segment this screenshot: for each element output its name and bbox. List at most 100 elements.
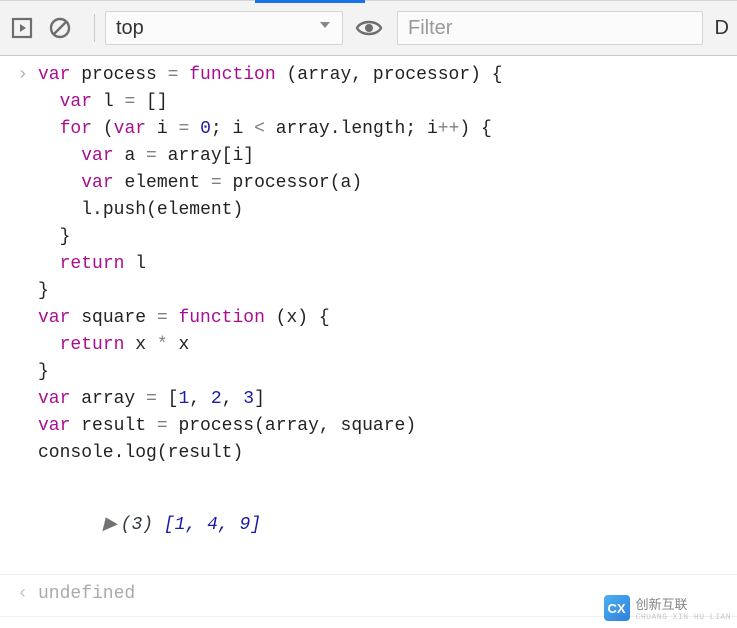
code-token: l: [103, 92, 125, 112]
code-token: array: [276, 119, 330, 139]
code-token: i: [232, 146, 243, 166]
code-token: ++: [438, 119, 460, 139]
expand-triangle-icon[interactable]: ▶: [103, 515, 117, 535]
code-token: }: [38, 362, 49, 382]
code-token: return: [60, 335, 136, 355]
array-values: [1, 4, 9]: [164, 515, 261, 535]
code-token: x: [286, 308, 297, 328]
code-token: [38, 119, 60, 139]
code-token: result: [81, 416, 157, 436]
code-token: processor: [373, 65, 470, 85]
code-token: 1: [178, 389, 189, 409]
code-token: (: [254, 416, 265, 436]
watermark-subtext: CHUANG XIN HU LIAN: [636, 613, 731, 622]
filter-input[interactable]: [397, 11, 703, 45]
context-selector[interactable]: top: [105, 11, 343, 45]
chevron-down-icon: [318, 18, 332, 38]
code-token: (: [330, 173, 341, 193]
code-token: 0: [200, 119, 211, 139]
code-token: .: [92, 200, 103, 220]
code-token: x: [135, 335, 157, 355]
code-token: =: [168, 65, 190, 85]
code-token: ): [232, 443, 243, 463]
code-token: [38, 227, 60, 247]
watermark-logo: CX: [604, 595, 630, 621]
code-token: ) {: [459, 119, 491, 139]
code-token: var: [81, 173, 124, 193]
code-token: element: [157, 200, 233, 220]
code-token: [38, 254, 60, 274]
code-token: [38, 335, 60, 355]
code-token: (: [276, 308, 287, 328]
code-token: =: [124, 92, 146, 112]
code-token: [: [222, 146, 233, 166]
code-token: push: [103, 200, 146, 220]
code-token: function: [189, 65, 286, 85]
log-output: ▶(3) [1, 4, 9]: [38, 485, 737, 566]
truncated-label: D: [715, 17, 729, 40]
code-token: =: [146, 146, 168, 166]
prompt-input[interactable]: [38, 623, 737, 628]
code-token: x: [178, 335, 189, 355]
code-token: ) {: [297, 308, 329, 328]
input-prompt-icon: ›: [0, 62, 38, 467]
code-token: }: [38, 281, 49, 301]
code-token: [38, 173, 81, 193]
code-token: var: [38, 389, 81, 409]
code-token: [: [168, 389, 179, 409]
code-token: (: [103, 119, 114, 139]
console-toolbar: top D: [0, 0, 737, 56]
code-token: ): [405, 416, 416, 436]
code-token: =: [157, 416, 179, 436]
code-token: ,: [319, 416, 341, 436]
log-output-row[interactable]: ▶(3) [1, 4, 9]: [0, 475, 737, 575]
code-token: processor: [232, 173, 329, 193]
code-token: for: [60, 119, 103, 139]
code-token: array: [297, 65, 351, 85]
code-token: ]: [254, 389, 265, 409]
code-token: ): [351, 173, 362, 193]
code-block[interactable]: var process = function (array, processor…: [38, 62, 737, 467]
code-token: var: [38, 308, 81, 328]
code-token: process: [178, 416, 254, 436]
code-token: ,: [189, 389, 211, 409]
code-token: 2: [211, 389, 222, 409]
code-token: i: [157, 119, 179, 139]
prompt-icon: ›: [0, 623, 38, 628]
code-token: var: [60, 92, 103, 112]
code-token: ;: [405, 119, 427, 139]
code-token: =: [146, 389, 168, 409]
code-token: ) {: [470, 65, 502, 85]
code-token: array: [265, 416, 319, 436]
code-token: var: [114, 119, 157, 139]
code-token: element: [124, 173, 210, 193]
code-token: *: [157, 335, 179, 355]
code-token: i: [233, 119, 255, 139]
log-gutter: [0, 485, 38, 566]
code-token: <: [254, 119, 276, 139]
code-token: =: [211, 173, 233, 193]
code-token: function: [178, 308, 275, 328]
code-token: ;: [211, 119, 233, 139]
code-token: process: [81, 65, 167, 85]
live-expression-icon[interactable]: [355, 14, 383, 42]
code-token: []: [146, 92, 168, 112]
code-token: array: [168, 146, 222, 166]
code-token: }: [60, 227, 71, 247]
clear-console-icon[interactable]: [46, 14, 74, 42]
code-token: log: [124, 443, 156, 463]
code-token: ,: [222, 389, 244, 409]
code-token: ]: [243, 146, 254, 166]
code-token: [38, 92, 60, 112]
code-token: .: [330, 119, 341, 139]
execute-icon[interactable]: [8, 14, 36, 42]
code-token: l: [135, 254, 146, 274]
array-length: (3): [121, 515, 153, 535]
console-body: › var process = function (array, process…: [0, 56, 737, 628]
watermark: CX 创新互联 CHUANG XIN HU LIAN: [604, 594, 731, 622]
code-token: (: [157, 443, 168, 463]
code-token: var: [81, 146, 124, 166]
code-token: var: [38, 416, 81, 436]
context-selector-label: top: [116, 17, 144, 40]
code-token: [38, 146, 81, 166]
